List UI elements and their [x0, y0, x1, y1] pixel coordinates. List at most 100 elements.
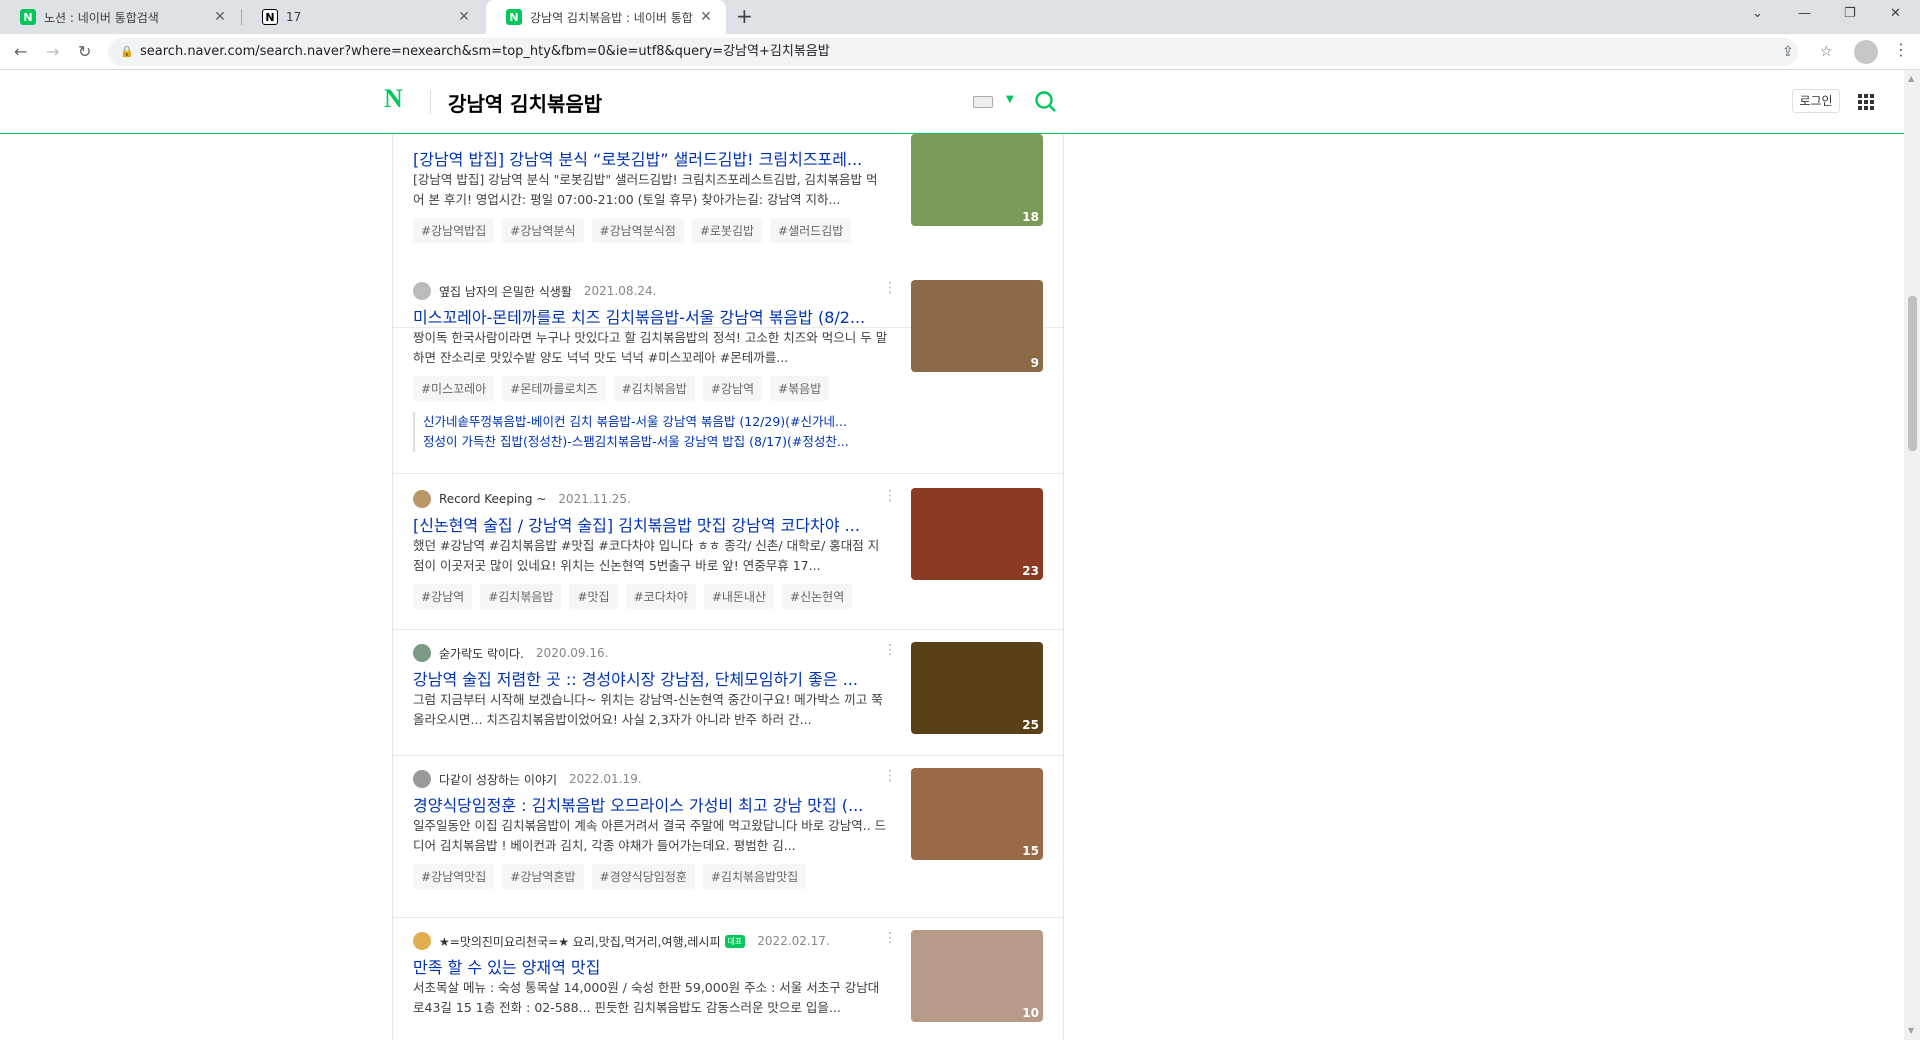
- result-desc[interactable]: 했던 #강남역 #김치볶음밥 #맛집 #코다차야 입니다 ㅎㅎ 종각/ 신촌/ …: [413, 536, 889, 576]
- more-icon[interactable]: ⋮: [883, 642, 897, 658]
- result-thumbnail[interactable]: 9: [911, 280, 1043, 372]
- tag[interactable]: #경양식당임정훈: [591, 864, 695, 889]
- tag[interactable]: #미스꼬레아: [413, 376, 495, 401]
- share-icon[interactable]: ⇪: [1782, 38, 1794, 66]
- scrollbar[interactable]: ▲ ▼: [1904, 70, 1920, 1040]
- close-icon[interactable]: ✕: [698, 9, 714, 25]
- image-count: 18: [1022, 210, 1039, 224]
- more-icon[interactable]: ⋮: [883, 930, 897, 946]
- menu-icon[interactable]: ⋮: [1893, 40, 1909, 59]
- tab-title: 노션 : 네이버 통합검색: [44, 10, 159, 25]
- tag[interactable]: #로봇김밥: [691, 218, 763, 243]
- scrollbar-thumb[interactable]: [1908, 296, 1917, 451]
- tag[interactable]: #신논현역: [782, 584, 853, 609]
- close-icon[interactable]: ✕: [212, 9, 228, 25]
- login-button[interactable]: 로그인: [1792, 89, 1840, 113]
- tag[interactable]: #김치볶음밥맛집: [702, 864, 807, 889]
- new-tab-button[interactable]: +: [736, 4, 753, 28]
- tab-3-active[interactable]: N 강남역 김치볶음밥 : 네이버 통합 ✕: [486, 0, 726, 34]
- result-title[interactable]: [강남역 밥집] 강남역 분식 “로봇김밥” 샐러드김밥! 크림치즈포레...: [413, 146, 883, 170]
- apps-grid-icon[interactable]: [1858, 94, 1874, 110]
- author-name[interactable]: Record Keeping ~: [439, 492, 546, 506]
- tag[interactable]: #볶음밥: [770, 376, 830, 401]
- avatar[interactable]: [413, 932, 431, 950]
- close-icon[interactable]: ✕: [456, 9, 472, 25]
- related-post-link[interactable]: 정성이 가득찬 집밥(정성찬)-스팸김치볶음밥-서울 강남역 밥집 (8/17)…: [423, 432, 889, 452]
- author-name[interactable]: 다같이 성장하는 이야기: [439, 771, 557, 788]
- image-count: 9: [1030, 356, 1039, 370]
- forward-icon[interactable]: →: [46, 42, 59, 61]
- result-thumbnail[interactable]: 23: [911, 488, 1043, 580]
- scroll-up-icon[interactable]: ▲: [1908, 74, 1914, 83]
- post-date: 2021.11.25.: [558, 492, 631, 506]
- tag[interactable]: #몬테까를로치즈: [502, 376, 606, 401]
- result-title[interactable]: 경양식당임정훈 : 김치볶음밥 오므라이스 가성비 최고 강남 맛집 (...: [413, 792, 883, 816]
- url-field[interactable]: 🔒 search.naver.com/search.naver?where=ne…: [108, 38, 1833, 66]
- tag[interactable]: #강남역분식점: [591, 218, 684, 243]
- more-icon[interactable]: ⋮: [883, 768, 897, 784]
- minimize-button[interactable]: —: [1798, 6, 1811, 21]
- result-thumbnail[interactable]: 18: [911, 134, 1043, 226]
- result-meta: 옆집 남자의 은밀한 식생활 2021.08.24.: [413, 282, 656, 300]
- naver-logo-icon[interactable]: N: [384, 84, 414, 114]
- search-icon[interactable]: [1034, 90, 1058, 114]
- image-count: 15: [1022, 844, 1039, 858]
- tag[interactable]: #강남역: [413, 584, 473, 609]
- tag[interactable]: #강남역맛집: [413, 864, 495, 889]
- more-icon[interactable]: ⋮: [883, 280, 897, 296]
- tag[interactable]: #강남역: [702, 376, 763, 401]
- related-posts: 신가네솥뚜껑볶음밥-베이컨 김치 볶음밥-서울 강남역 볶음밥 (12/29)(…: [413, 412, 889, 452]
- reload-icon[interactable]: ↻: [78, 42, 91, 61]
- keyboard-icon[interactable]: [973, 96, 993, 108]
- tag[interactable]: #내돈내산: [703, 584, 775, 609]
- back-icon[interactable]: ←: [14, 42, 27, 61]
- naver-icon: N: [506, 9, 522, 25]
- profile-icon[interactable]: [1854, 40, 1878, 64]
- header-divider: [430, 90, 431, 114]
- author-name[interactable]: 숟가락도 락이다.: [439, 645, 524, 662]
- tag[interactable]: #강남역밥집: [413, 218, 495, 243]
- related-post-link[interactable]: 신가네솥뚜껑볶음밥-베이컨 김치 볶음밥-서울 강남역 볶음밥 (12/29)(…: [423, 412, 889, 432]
- maximize-button[interactable]: ❐: [1844, 6, 1856, 21]
- tag[interactable]: #강남역혼밥: [502, 864, 584, 889]
- result-desc[interactable]: 일주일동안 이집 김치볶음밥이 계속 아른거려서 결국 주말에 먹고왔답니다 바…: [413, 816, 889, 856]
- result-desc[interactable]: 서초목살 메뉴 : 숙성 통목살 14,000원 / 숙성 한판 59,000원…: [413, 978, 889, 1018]
- page-content: N 강남역 김치볶음밥 ▼ 로그인 [강남역 밥집] 강남역 분식 “로봇김밥”…: [0, 70, 1904, 1040]
- post-date: 2022.02.17.: [757, 934, 830, 948]
- result-desc[interactable]: 그럼 지금부터 시작해 보겠습니다~ 위치는 강남역-신논현역 중간이구요! 메…: [413, 690, 889, 730]
- author-name[interactable]: ★=맛의진미요리천국=★ 요리,맛집,먹거리,여행,레시피: [439, 933, 721, 950]
- tag-list: #강남역맛집 #강남역혼밥 #경양식당임정훈 #김치볶음밥맛집: [413, 864, 807, 889]
- post-date: 2022.01.19.: [569, 772, 642, 786]
- result-thumbnail[interactable]: 15: [911, 768, 1043, 860]
- result-thumbnail[interactable]: 25: [911, 642, 1043, 734]
- result-thumbnail[interactable]: 10: [911, 930, 1043, 1022]
- result-desc[interactable]: 짱이독 한국사람이라면 누구나 맛있다고 할 김치볶음밥의 정석! 고소한 치즈…: [413, 328, 889, 368]
- result-title[interactable]: 강남역 술집 저렴한 곳 :: 경성야시장 강남점, 단체모임하기 좋은 ...: [413, 666, 883, 690]
- tag[interactable]: #강남역분식: [502, 218, 584, 243]
- star-icon[interactable]: ☆: [1820, 38, 1833, 66]
- search-query[interactable]: 강남역 김치볶음밥: [448, 88, 602, 117]
- tag[interactable]: #샐러드김밥: [770, 218, 852, 243]
- tab-2[interactable]: N 17 ✕: [242, 0, 484, 34]
- scroll-down-icon[interactable]: ▼: [1908, 1026, 1914, 1035]
- author-name[interactable]: 옆집 남자의 은밀한 식생활: [439, 283, 572, 300]
- tag[interactable]: #김치볶음밥: [613, 376, 695, 401]
- result-title[interactable]: 미스꼬레아-몬테까를로 치즈 김치볶음밥-서울 강남역 볶음밥 (8/2...: [413, 304, 883, 328]
- tab-search-icon[interactable]: ⌄: [1752, 6, 1763, 21]
- tab-1[interactable]: N 노션 : 네이버 통합검색 ✕: [0, 0, 240, 34]
- result-title[interactable]: 만족 할 수 있는 양재역 맛집: [413, 954, 883, 978]
- chevron-down-icon[interactable]: ▼: [1006, 94, 1014, 105]
- result-item: 옆집 남자의 은밀한 식생활 2021.08.24. ⋮ 미스꼬레아-몬테까를로…: [393, 264, 1063, 474]
- avatar[interactable]: [413, 770, 431, 788]
- naver-icon: N: [20, 9, 36, 25]
- more-icon[interactable]: ⋮: [883, 488, 897, 504]
- result-desc[interactable]: [강남역 밥집] 강남역 분식 "로봇김밥" 샐러드김밥! 크림치즈포레스트김밥…: [413, 170, 889, 210]
- tag[interactable]: #맛집: [569, 584, 618, 609]
- close-window-button[interactable]: ✕: [1890, 6, 1901, 21]
- avatar[interactable]: [413, 644, 431, 662]
- avatar[interactable]: [413, 282, 431, 300]
- tag[interactable]: #코다차야: [625, 584, 696, 609]
- result-title[interactable]: [신논현역 술집 / 강남역 술집] 김치볶음밥 맛집 강남역 코다차야 ...: [413, 512, 883, 536]
- avatar[interactable]: [413, 490, 431, 508]
- tag[interactable]: #김치볶음밥: [480, 584, 562, 609]
